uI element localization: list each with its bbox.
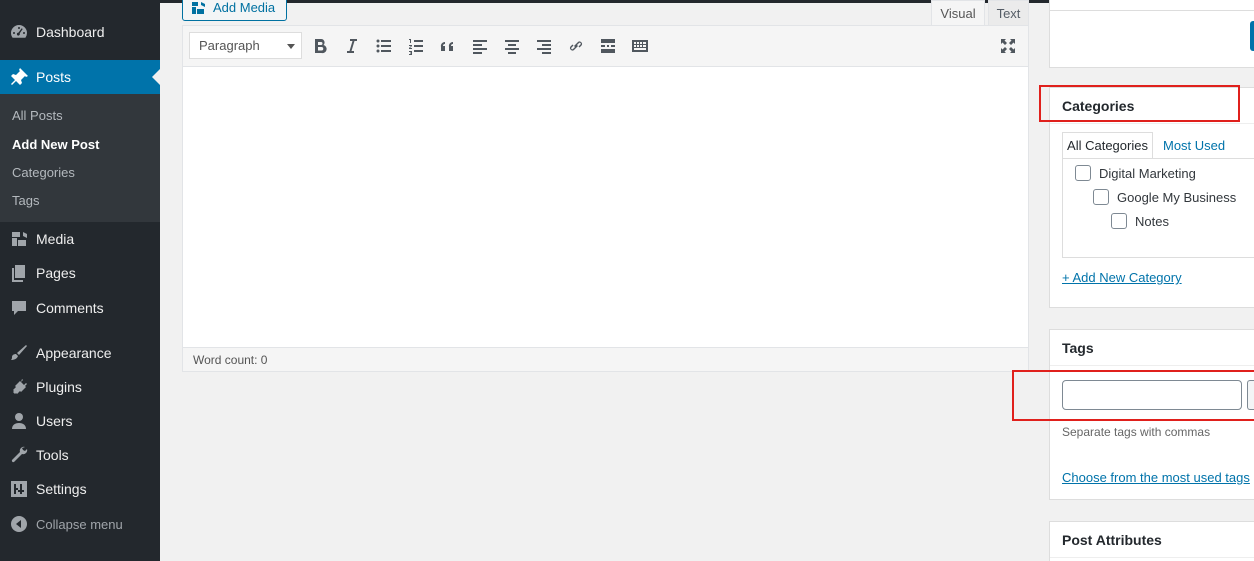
divider: [1050, 10, 1254, 11]
format-select-value: Paragraph: [199, 38, 260, 53]
tab-visual[interactable]: Visual: [931, 0, 985, 26]
category-label: Notes: [1135, 213, 1169, 229]
category-checkbox[interactable]: [1075, 165, 1091, 181]
collapse-icon: [0, 514, 36, 534]
sidebar-item-label: Settings: [36, 481, 87, 497]
bullet-list-icon[interactable]: [373, 35, 395, 57]
sidebar-item-label: Comments: [36, 300, 104, 316]
fullscreen-icon[interactable]: [997, 35, 1019, 57]
tag-help-text: Separate tags with commas: [1062, 425, 1211, 439]
highlight-box-tags: [1012, 370, 1254, 421]
sidebar-item-appearance[interactable]: Appearance: [0, 336, 160, 370]
submenu-all-posts[interactable]: All Posts: [12, 108, 63, 123]
wrench-icon: [0, 445, 36, 465]
bold-icon[interactable]: [309, 35, 331, 57]
tab-most-used[interactable]: Most Used: [1163, 132, 1225, 159]
posts-submenu: All Posts Add New Post Categories Tags: [0, 94, 160, 222]
sidebar-item-pages[interactable]: Pages: [0, 256, 160, 290]
category-label: Digital Marketing: [1099, 165, 1196, 181]
sidebar-item-label: Tools: [36, 447, 69, 463]
sidebar-item-label: Appearance: [36, 345, 112, 361]
sidebar-item-tools[interactable]: Tools: [0, 438, 160, 472]
publish-panel-partial: [1049, 0, 1254, 68]
sidebar-item-posts[interactable]: Posts: [0, 60, 160, 94]
tab-all-categories[interactable]: All Categories: [1062, 132, 1153, 159]
editor-toolbar: Paragraph: [183, 26, 1028, 67]
settings-icon: [0, 479, 36, 499]
post-attributes-title[interactable]: Post Attributes: [1050, 522, 1254, 558]
toolbar-toggle-icon[interactable]: [629, 35, 651, 57]
tab-text[interactable]: Text: [988, 0, 1029, 26]
sidebar-item-plugins[interactable]: Plugins: [0, 370, 160, 404]
read-more-icon[interactable]: [597, 35, 619, 57]
post-attributes-panel: Post Attributes: [1049, 521, 1254, 561]
category-item[interactable]: Digital Marketing: [1075, 165, 1196, 181]
submenu-tags[interactable]: Tags: [12, 193, 39, 208]
sidebar-item-label: Media: [36, 231, 75, 247]
plugin-icon: [0, 377, 36, 397]
paintbrush-icon: [0, 343, 36, 363]
submenu-categories[interactable]: Categories: [12, 165, 75, 180]
classic-editor: Paragraph Word count: 0: [182, 25, 1029, 372]
category-checkbox[interactable]: [1093, 189, 1109, 205]
align-left-icon[interactable]: [469, 35, 491, 57]
category-item[interactable]: Google My Business: [1093, 189, 1236, 205]
add-new-category-link[interactable]: + Add New Category: [1062, 270, 1182, 285]
pushpin-icon: [0, 67, 36, 87]
sidebar-item-media[interactable]: Media: [0, 222, 160, 256]
publish-button-edge[interactable]: [1250, 21, 1254, 51]
collapse-label: Collapse menu: [36, 516, 123, 532]
italic-icon[interactable]: [341, 35, 363, 57]
comment-icon: [0, 298, 36, 318]
pages-icon: [0, 263, 36, 283]
sidebar-item-label: Dashboard: [36, 24, 105, 40]
align-right-icon[interactable]: [533, 35, 555, 57]
category-checkbox[interactable]: [1111, 213, 1127, 229]
current-indicator: [152, 69, 160, 85]
user-icon: [0, 411, 36, 431]
chevron-down-icon: [287, 44, 295, 49]
submenu-add-new-post[interactable]: Add New Post: [12, 137, 99, 152]
tags-panel-title[interactable]: Tags: [1050, 330, 1254, 366]
add-media-button[interactable]: Add Media: [182, 0, 287, 21]
align-center-icon[interactable]: [501, 35, 523, 57]
highlight-box-categories: [1039, 85, 1240, 122]
sidebar-item-label: Posts: [36, 69, 72, 85]
editor-status-bar: Word count: 0: [183, 347, 1028, 371]
editor-content-area[interactable]: [183, 67, 1028, 347]
word-count: Word count: 0: [193, 352, 268, 367]
category-item[interactable]: Notes: [1111, 213, 1169, 229]
sidebar-item-settings[interactable]: Settings: [0, 472, 160, 506]
category-label: Google My Business: [1117, 189, 1237, 205]
choose-most-used-tags-link[interactable]: Choose from the most used tags: [1062, 470, 1250, 485]
paragraph-format-select[interactable]: Paragraph: [189, 32, 302, 59]
collapse-menu-button[interactable]: Collapse menu: [0, 507, 160, 541]
sidebar-item-users[interactable]: Users: [0, 404, 160, 438]
numbered-list-icon[interactable]: [405, 35, 427, 57]
sidebar-item-comments[interactable]: Comments: [0, 291, 160, 325]
sidebar-item-label: Plugins: [36, 379, 82, 395]
admin-sidebar: Dashboard Posts All Posts Add New Post C…: [0, 0, 160, 561]
link-icon[interactable]: [565, 35, 587, 57]
blockquote-icon[interactable]: [437, 35, 459, 57]
category-checklist: Digital Marketing Google My Business Not…: [1062, 158, 1254, 258]
sidebar-item-label: Pages: [36, 265, 76, 281]
add-media-label: Add Media: [213, 0, 276, 15]
media-icon: [191, 0, 207, 16]
sidebar-item-label: Users: [36, 413, 73, 429]
sidebar-item-dashboard[interactable]: Dashboard: [0, 15, 160, 49]
dashboard-icon: [0, 22, 36, 42]
media-icon: [0, 229, 36, 249]
